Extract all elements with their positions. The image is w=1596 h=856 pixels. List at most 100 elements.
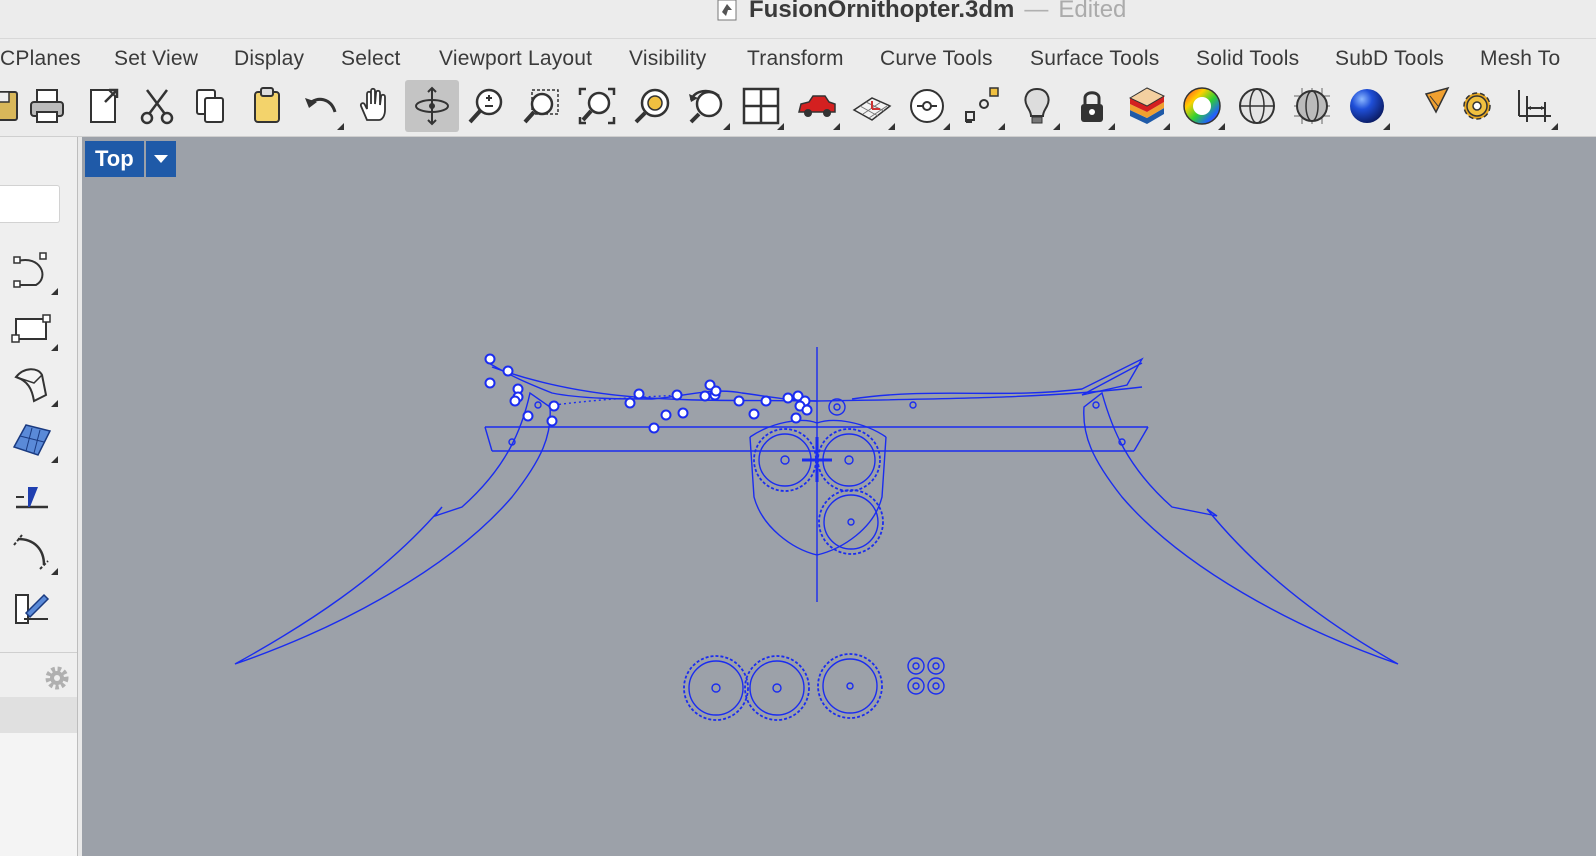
cut-button[interactable]	[130, 80, 184, 132]
flyout-indicator	[51, 456, 58, 463]
named-view-button[interactable]	[790, 80, 844, 132]
fillet-arc-icon	[13, 534, 49, 570]
flyout-indicator	[51, 568, 58, 575]
gear-icon[interactable]	[44, 665, 70, 691]
zoom-extents-icon	[578, 87, 616, 125]
dimension-button[interactable]	[1508, 80, 1562, 132]
undo-button[interactable]	[294, 80, 348, 132]
export-button[interactable]	[76, 80, 130, 132]
grid-button[interactable]	[845, 80, 899, 132]
mesh-surface-button[interactable]	[4, 415, 58, 465]
flyout-indicator	[51, 344, 58, 351]
viewport-drawing	[234, 347, 1399, 721]
snap-button[interactable]	[955, 80, 1009, 132]
gear-bottom-3	[817, 653, 883, 719]
rectangle-tool-button[interactable]	[4, 303, 58, 353]
car-named-view-icon	[798, 95, 836, 117]
zoom-selected-button[interactable]	[626, 80, 680, 132]
lightbulb-icon	[1024, 87, 1050, 124]
tab-select[interactable]: Select	[341, 47, 401, 71]
flyout-indicator	[998, 123, 1005, 130]
surface-tool-icon	[14, 368, 48, 403]
panel-section-header	[0, 697, 77, 733]
tab-surface-tools[interactable]: Surface Tools	[1030, 47, 1159, 71]
zoom-window-button[interactable]	[515, 80, 569, 132]
tab-cplanes[interactable]: CPlanes	[0, 47, 81, 71]
left-wing	[234, 391, 551, 665]
rendered-mode-button[interactable]	[1340, 80, 1394, 132]
flyout-indicator	[943, 123, 950, 130]
flyout-indicator	[777, 123, 784, 130]
lock-icon	[1081, 91, 1103, 122]
lock-button[interactable]	[1065, 80, 1119, 132]
tab-visibility[interactable]: Visibility	[629, 47, 706, 71]
point-on-icon	[910, 89, 944, 123]
paste-button[interactable]	[240, 80, 294, 132]
rhino-document-icon	[717, 0, 737, 21]
light-button[interactable]	[1010, 80, 1064, 132]
four-viewports-button[interactable]	[734, 80, 788, 132]
flyout-indicator	[1053, 123, 1060, 130]
snap-points-icon	[965, 87, 999, 123]
gear-middle	[818, 489, 884, 555]
undo-icon	[305, 97, 337, 113]
zoom-selected-icon	[634, 88, 670, 124]
flyout-indicator	[1551, 123, 1558, 130]
top-viewport[interactable]: Top	[82, 137, 1596, 856]
solid-extrude-button[interactable]	[4, 471, 58, 521]
gear-bottom-1	[683, 655, 749, 721]
tab-mesh-tools[interactable]: Mesh To	[1480, 47, 1560, 71]
fillet-tool-button[interactable]	[4, 527, 58, 577]
layers-button[interactable]	[1120, 80, 1174, 132]
options-gear-icon	[1463, 92, 1491, 120]
transform-tool-button[interactable]	[4, 583, 58, 633]
paste-icon	[254, 87, 280, 123]
options-button[interactable]	[1450, 80, 1504, 132]
export-icon	[90, 88, 119, 123]
print-button[interactable]	[20, 80, 74, 132]
zoom-window-icon	[523, 89, 559, 124]
tab-subd-tools[interactable]: SubD Tools	[1335, 47, 1444, 71]
washer-group	[907, 657, 945, 695]
curve-tool-button[interactable]	[4, 247, 58, 297]
mesh-sphere-icon	[1294, 88, 1330, 124]
rectangle-tool-icon	[11, 314, 51, 343]
tab-curve-tools[interactable]: Curve Tools	[880, 47, 993, 71]
zoom-in-out-button[interactable]	[460, 80, 514, 132]
title-bar: FusionOrnithopter.3dm — Edited	[0, 0, 1596, 38]
tab-set-view[interactable]: Set View	[114, 47, 198, 71]
viewport-menu-button[interactable]	[145, 141, 176, 177]
zoom-extents-button[interactable]	[570, 80, 624, 132]
undo-view-button[interactable]	[680, 80, 734, 132]
gear-bottom-2	[744, 655, 810, 721]
command-input[interactable]	[0, 185, 60, 223]
points-on-button[interactable]	[900, 80, 954, 132]
undo-view-icon	[689, 89, 723, 124]
color-button[interactable]	[1175, 80, 1229, 132]
print-icon	[30, 89, 64, 123]
mesh-mode-button[interactable]	[1285, 80, 1339, 132]
rotate-view-button[interactable]	[405, 80, 459, 132]
tab-display[interactable]: Display	[234, 47, 304, 71]
zoom-in-out-icon	[468, 88, 503, 124]
render-icon	[1424, 86, 1450, 114]
panel-divider	[0, 652, 77, 653]
right-wing	[1083, 391, 1399, 665]
flyout-indicator	[1163, 123, 1170, 130]
solid-extrude-icon	[16, 487, 48, 509]
curve-tool-icon	[13, 252, 47, 288]
toolbar-tab-bar: CPlanes Set View Display Select Viewport…	[0, 38, 1596, 81]
flyout-indicator	[51, 400, 58, 407]
surface-tool-button[interactable]	[4, 359, 58, 409]
viewport-name-label[interactable]: Top	[85, 141, 144, 177]
pan-button[interactable]	[348, 80, 402, 132]
tab-transform[interactable]: Transform	[747, 47, 844, 71]
wireframe-mode-button[interactable]	[1230, 80, 1284, 132]
copy-button[interactable]	[184, 80, 238, 132]
tab-viewport-layout[interactable]: Viewport Layout	[439, 47, 592, 71]
tab-solid-tools[interactable]: Solid Tools	[1196, 47, 1299, 71]
flyout-indicator	[888, 123, 895, 130]
title-separator: —	[1024, 0, 1049, 23]
viewport-title-bar: Top	[85, 141, 176, 177]
left-tool-panel	[0, 137, 78, 856]
